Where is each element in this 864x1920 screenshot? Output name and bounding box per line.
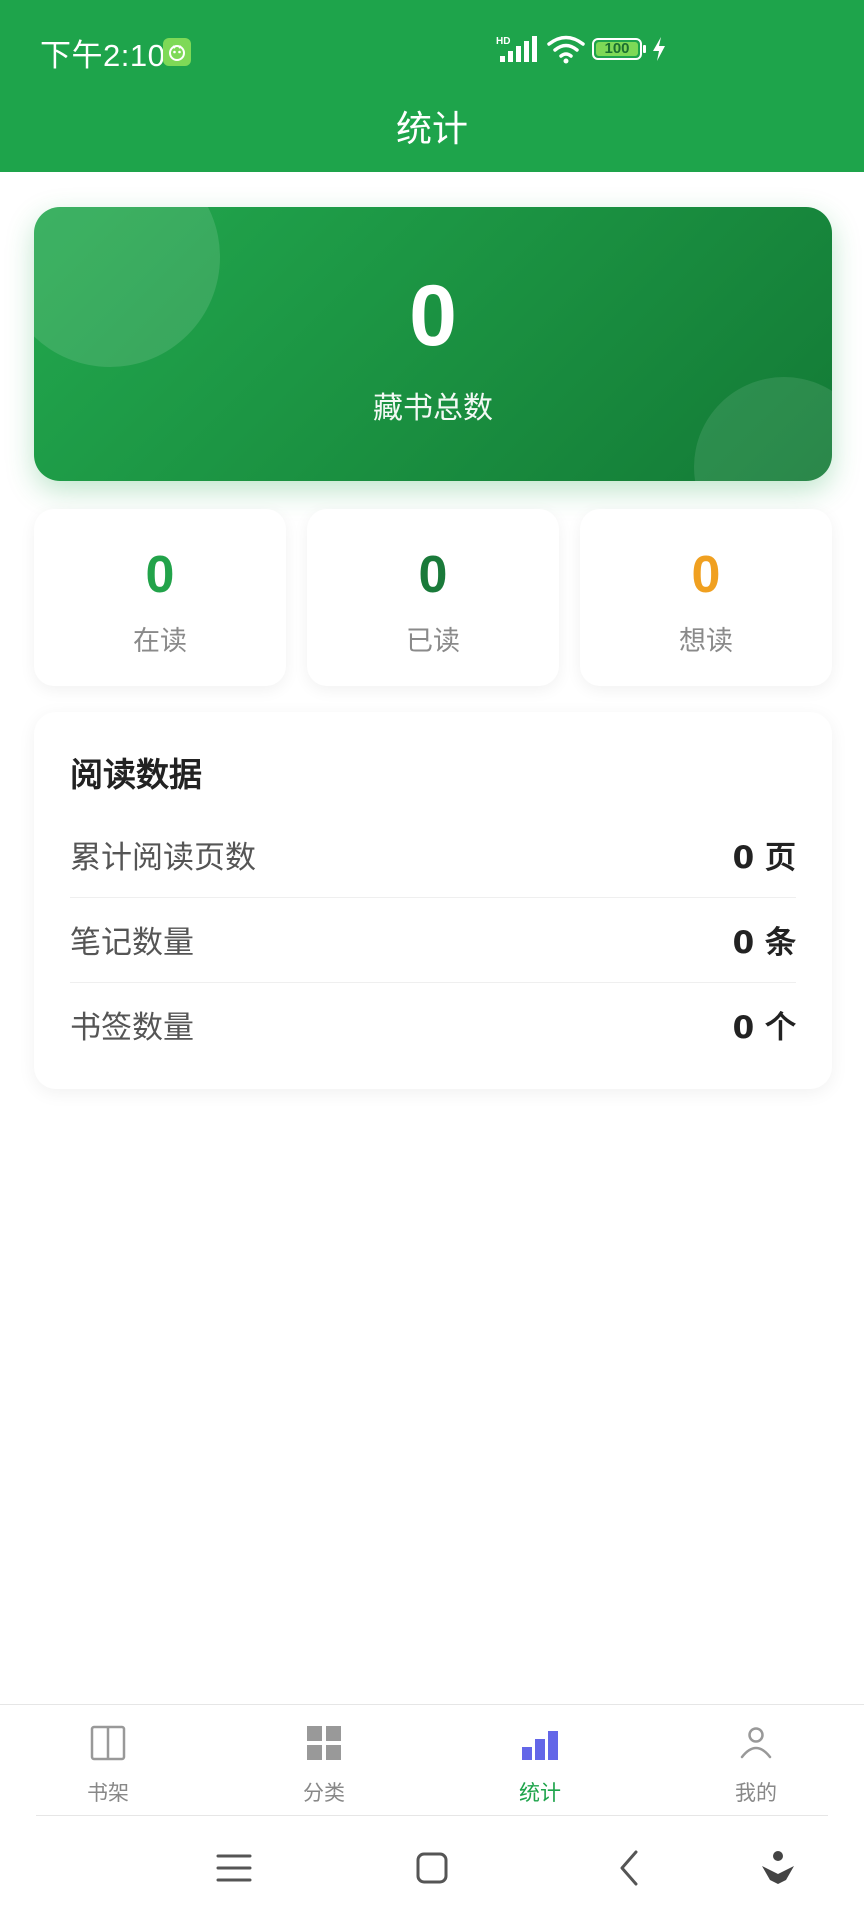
reading-row-notes: 笔记数量 0 条 [70, 897, 796, 983]
tab-label: 分类 [303, 1781, 345, 1805]
person-icon [736, 1723, 776, 1763]
stat-value-want-to-read: 0 [691, 546, 721, 604]
reading-row-pages: 累计阅读页数 0 页 [70, 812, 796, 898]
bottom-tab-bar: 书架 分类 统计 我的 [0, 1704, 864, 1817]
stat-card-reading[interactable]: 0 在读 [34, 509, 286, 686]
app-header: 下午2:10 HD 100 统计 [0, 0, 864, 172]
row-value: 0 个 [732, 1010, 796, 1046]
bar-chart-icon [520, 1723, 560, 1763]
tab-label: 我的 [735, 1781, 777, 1805]
wifi-icon [547, 35, 585, 64]
app-notification-icon [163, 38, 191, 66]
signal-icon: HD [496, 36, 537, 62]
status-time: 下午2:10 [40, 38, 166, 73]
tab-label: 统计 [519, 1781, 561, 1805]
stat-label-want-to-read: 想读 [679, 626, 733, 657]
grid-icon [304, 1723, 344, 1763]
tab-label: 书架 [87, 1781, 129, 1805]
stat-label-read: 已读 [406, 626, 460, 657]
tab-profile[interactable]: 我的 [686, 1705, 826, 1817]
page-title: 统计 [395, 109, 468, 150]
battery-icon: 100 [592, 38, 646, 60]
battery-level: 100 [604, 40, 630, 57]
total-books-label: 藏书总数 [373, 391, 493, 426]
status-bar: 下午2:10 HD 100 [0, 0, 864, 100]
svg-text:HD: HD [496, 36, 510, 47]
tab-bookshelf[interactable]: 书架 [38, 1705, 178, 1817]
charging-icon [653, 37, 665, 61]
row-label: 笔记数量 [70, 925, 194, 961]
row-label: 书签数量 [70, 1010, 194, 1046]
stat-value-reading: 0 [145, 546, 175, 604]
stat-card-read[interactable]: 0 已读 [307, 509, 559, 686]
total-books-value: 0 [409, 268, 457, 364]
row-label: 累计阅读页数 [70, 840, 256, 876]
row-value: 0 页 [732, 840, 796, 876]
row-value: 0 条 [732, 925, 796, 961]
home-icon[interactable] [410, 1846, 454, 1890]
total-books-card: 0 藏书总数 [34, 207, 832, 481]
system-nav-bar [0, 1816, 864, 1920]
back-icon[interactable] [608, 1846, 652, 1890]
tab-statistics[interactable]: 统计 [470, 1705, 610, 1817]
book-icon [88, 1723, 128, 1763]
reading-data-card: 阅读数据 累计阅读页数 0 页 笔记数量 0 条 书签数量 0 个 [34, 712, 832, 1089]
assistant-icon[interactable] [756, 1846, 800, 1890]
tab-categories[interactable]: 分类 [254, 1705, 394, 1817]
reading-row-bookmarks: 书签数量 0 个 [70, 982, 796, 1067]
menu-icon[interactable] [212, 1846, 256, 1890]
stat-card-want-to-read[interactable]: 0 想读 [580, 509, 832, 686]
stat-value-read: 0 [418, 546, 448, 604]
stat-label-reading: 在读 [133, 626, 187, 657]
reading-data-title: 阅读数据 [70, 755, 202, 794]
status-indicators: HD 100 [496, 34, 676, 68]
